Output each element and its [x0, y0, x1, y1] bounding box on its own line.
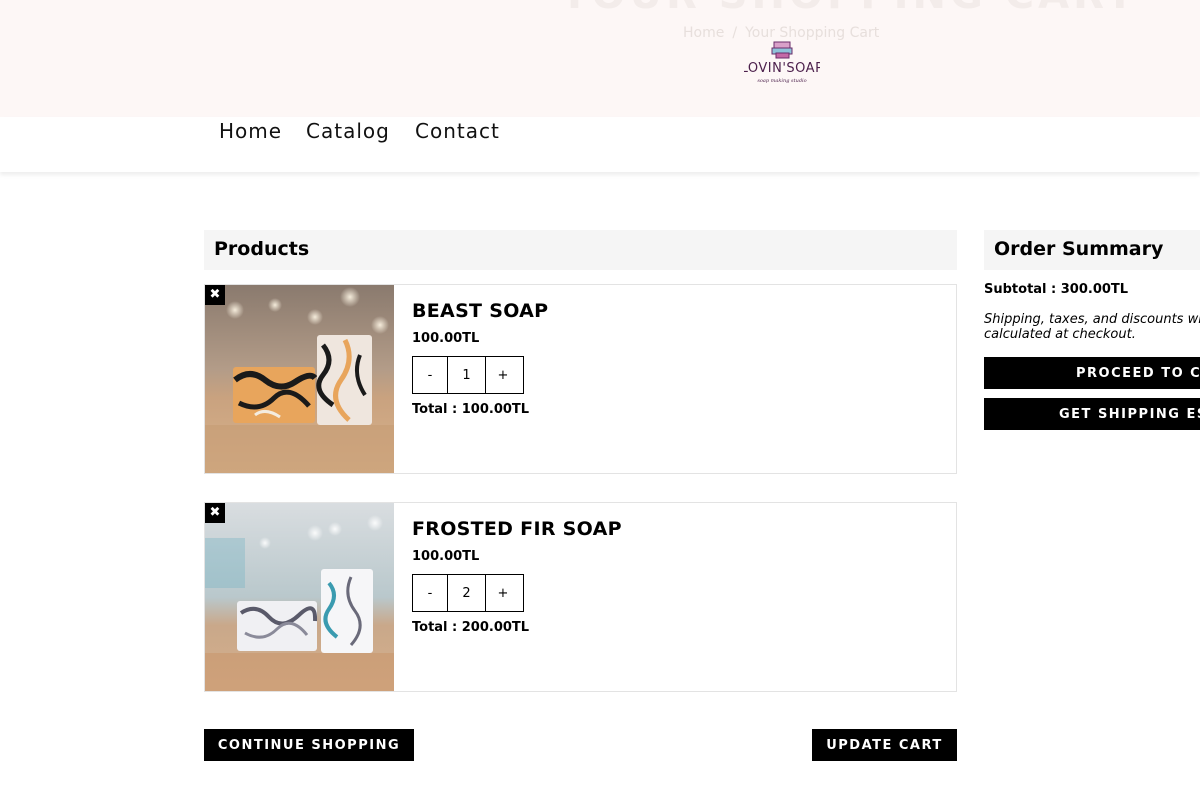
qty-decrease-button[interactable]: -	[413, 575, 447, 611]
svg-text:LOVIN'SOAP: LOVIN'SOAP	[744, 61, 820, 76]
shipping-estimate-button[interactable]: GET SHIPPING ESTIMATE	[984, 398, 1200, 430]
line-total: Total : 200.00TL	[412, 620, 530, 635]
product-name[interactable]: BEAST SOAP	[412, 300, 548, 322]
order-summary-heading: Order Summary	[984, 230, 1200, 270]
logo-graphic: LOVIN'SOAP soap making studio	[741, 41, 823, 84]
product-price: 100.00TL	[412, 549, 480, 564]
nav-contact[interactable]: Contact	[415, 119, 500, 143]
quantity-stepper: - 1 +	[412, 356, 524, 394]
product-price: 100.00TL	[412, 331, 480, 346]
qty-increase-button[interactable]: +	[486, 357, 520, 393]
remove-item-icon[interactable]: ✖	[205, 503, 225, 523]
breadcrumb-separator: /	[732, 25, 738, 41]
product-image-beast-soap[interactable]	[205, 285, 394, 473]
nav-catalog[interactable]: Catalog	[306, 119, 390, 143]
checkout-note: Shipping, taxes, and discounts will be c…	[984, 312, 1200, 342]
cart-item: ✖ BEAST SOAP 100.00TL - 1 + Total : 100.…	[204, 284, 957, 474]
products-heading: Products	[204, 230, 957, 270]
nav-home[interactable]: Home	[219, 119, 282, 143]
beast-soap-photo	[205, 285, 394, 473]
proceed-to-checkout-button[interactable]: PROCEED TO CHECKOUT	[984, 357, 1200, 389]
remove-item-icon[interactable]: ✖	[205, 285, 225, 305]
breadcrumb-home[interactable]: Home	[683, 25, 724, 41]
qty-input[interactable]: 2	[447, 575, 486, 611]
main-nav: Home Catalog Contact	[0, 117, 1200, 172]
page-banner: YOUR SHOPPING CART Home/Your Shopping Ca…	[0, 0, 1200, 117]
site-logo[interactable]: LOVIN'SOAP soap making studio	[741, 38, 823, 90]
qty-increase-button[interactable]: +	[486, 575, 520, 611]
cart-item: ✖ FROSTED FIR SOAP 100.00TL - 2 + Total …	[204, 502, 957, 692]
product-name[interactable]: FROSTED FIR SOAP	[412, 518, 622, 540]
page-heading: YOUR SHOPPING CART	[560, 0, 1137, 18]
qty-decrease-button[interactable]: -	[413, 357, 447, 393]
subtotal: Subtotal : 300.00TL	[984, 282, 1129, 297]
frosted-fir-soap-photo	[205, 503, 394, 691]
continue-shopping-button[interactable]: CONTINUE SHOPPING	[204, 729, 414, 761]
product-image-frosted-fir-soap[interactable]	[205, 503, 394, 691]
svg-text:soap making studio: soap making studio	[757, 78, 806, 84]
qty-input[interactable]: 1	[447, 357, 486, 393]
quantity-stepper: - 2 +	[412, 574, 524, 612]
update-cart-button[interactable]: UPDATE CART	[812, 729, 957, 761]
line-total: Total : 100.00TL	[412, 402, 530, 417]
